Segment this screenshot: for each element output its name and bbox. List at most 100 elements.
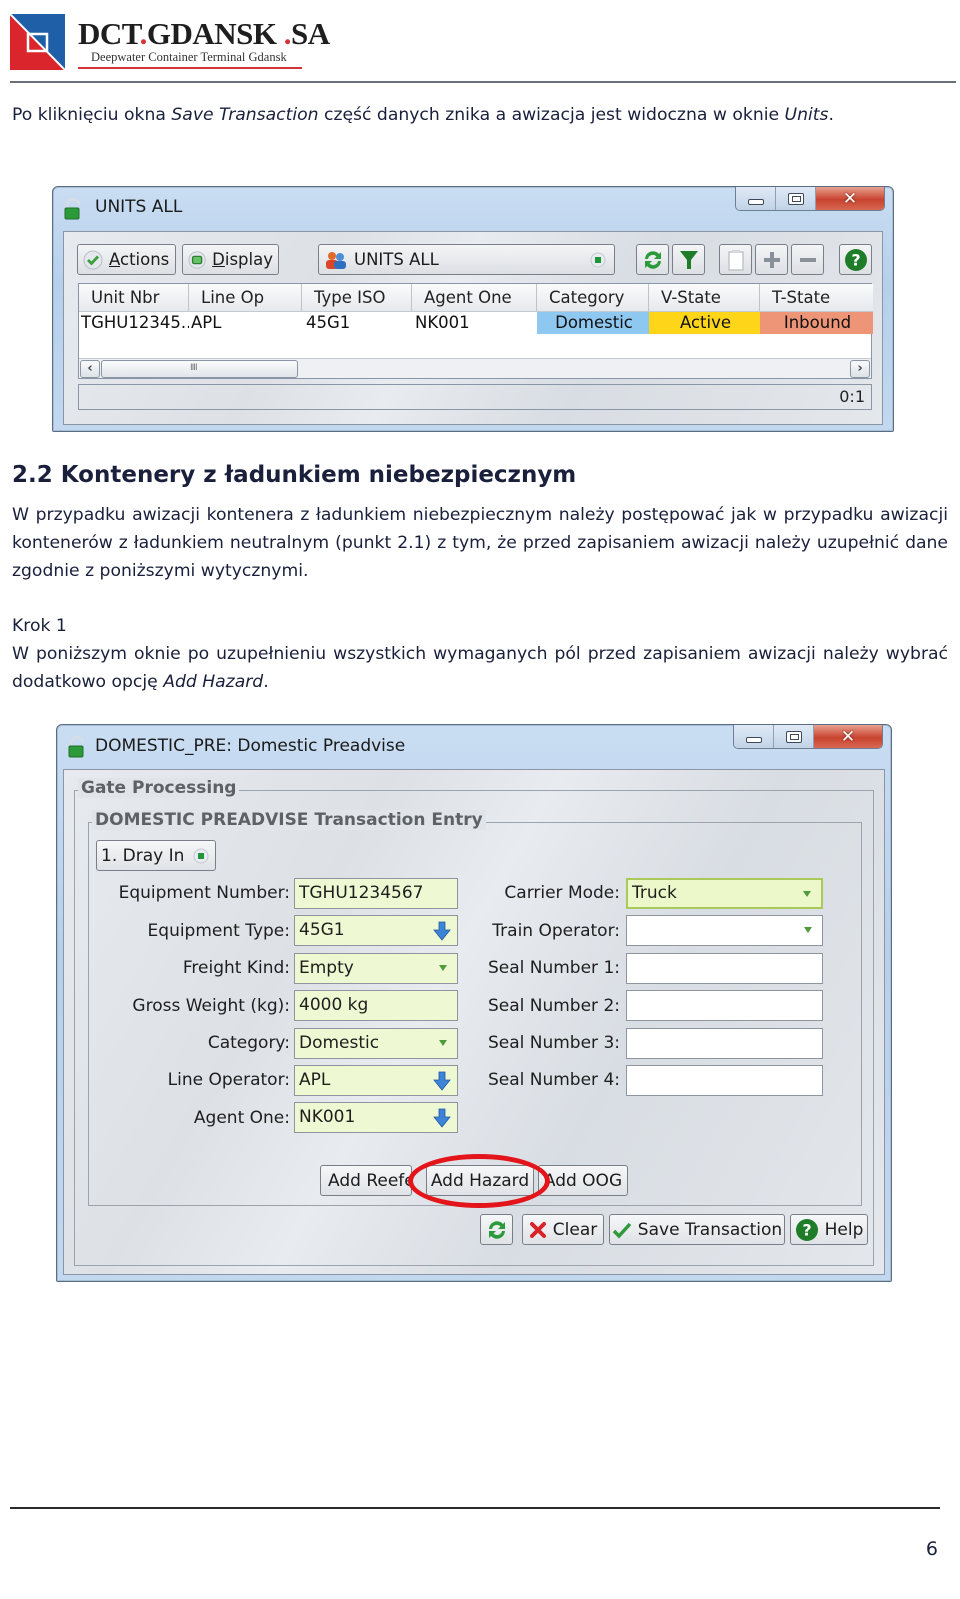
units-table: Unit Nbr Line Op Type ISO Agent One Cate… — [78, 283, 873, 379]
view-selector[interactable]: UNITS ALL — [318, 244, 615, 275]
maximize-button[interactable] — [776, 187, 816, 210]
add-reefer-button[interactable]: Add Reefe — [320, 1165, 412, 1196]
maximize-button[interactable] — [774, 725, 814, 748]
actions-button[interactable]: Actions — [77, 244, 176, 275]
cell-type-iso: 45G1 — [306, 313, 351, 332]
equipment-type-input[interactable]: 45G1 — [294, 915, 458, 946]
svg-text:?: ? — [851, 250, 860, 269]
column-header[interactable]: V-State — [649, 284, 760, 311]
display-button[interactable]: Display — [182, 244, 279, 275]
cell-line-op: APL — [191, 313, 222, 332]
column-header[interactable]: T-State — [760, 284, 873, 311]
cell-t-state: Inbound — [760, 312, 873, 334]
domestic-preadvise-window: DOMESTIC_PRE: Domestic Preadvise ✕ Gate … — [56, 724, 892, 1282]
window-controls: ✕ — [735, 187, 885, 211]
seal-number-1-input[interactable] — [626, 953, 823, 984]
cell-v-state: Active — [649, 312, 760, 334]
minus-icon — [799, 257, 816, 262]
help-icon: ? — [844, 248, 867, 271]
dropdown-arrow-icon — [439, 965, 447, 971]
filter-button[interactable] — [672, 244, 705, 275]
lookup-arrow-icon[interactable] — [433, 1071, 451, 1091]
train-operator-dropdown[interactable] — [626, 915, 823, 946]
clear-label: Clear — [552, 1219, 598, 1240]
svg-text:?: ? — [802, 1220, 811, 1239]
help-icon: ? — [795, 1218, 818, 1241]
lookup-arrow-icon[interactable] — [433, 1108, 451, 1128]
seal-number-4-input[interactable] — [626, 1065, 823, 1096]
seal-number-4-label: Seal Number 4: — [487, 1070, 620, 1090]
column-header[interactable]: Unit Nbr — [79, 284, 189, 311]
close-button[interactable]: ✕ — [814, 725, 882, 748]
close-button[interactable]: ✕ — [816, 187, 884, 210]
help-label: Help — [824, 1219, 864, 1240]
window-title: UNITS ALL — [95, 197, 183, 217]
lock-icon — [68, 736, 85, 758]
column-header[interactable]: Line Op — [189, 284, 302, 311]
seal-number-2-label: Seal Number 2: — [487, 996, 620, 1016]
seal-number-3-input[interactable] — [626, 1028, 823, 1059]
copy-button[interactable] — [719, 244, 752, 275]
remove-button[interactable] — [791, 244, 824, 275]
units-window-client: Actions Display UNITS ALL ? Unit Nbr Lin… — [63, 231, 883, 425]
gross-weight-input[interactable]: 4000 kg — [294, 990, 458, 1021]
actions-label: Actions — [109, 250, 170, 269]
dropdown-arrow-icon — [439, 1040, 447, 1046]
save-transaction-button[interactable]: Save Transaction — [609, 1214, 785, 1245]
lock-icon — [64, 198, 81, 220]
refresh-icon — [488, 1220, 505, 1239]
dropdown-arrow-icon — [803, 891, 811, 897]
horizontal-scrollbar[interactable]: ‹ IIII › — [79, 358, 871, 378]
view-selector-label: UNITS ALL — [354, 250, 439, 269]
column-header[interactable]: Agent One — [412, 284, 537, 311]
users-icon — [326, 251, 346, 269]
help-button[interactable]: ? Help — [790, 1214, 868, 1245]
help-button[interactable]: ? — [839, 244, 872, 275]
scroll-left-button[interactable]: ‹ — [80, 360, 100, 378]
agent-one-value: NK001 — [299, 1107, 356, 1127]
agent-one-label: Agent One: — [193, 1108, 290, 1128]
status-bar: 0:1 — [78, 384, 872, 410]
gross-weight-value: 4000 kg — [299, 995, 369, 1015]
refresh-button[interactable] — [480, 1214, 513, 1245]
table-row[interactable]: TGHU12345... APL 45G1 NK001 Domestic Act… — [79, 312, 873, 334]
add-hazard-button[interactable]: Add Hazard — [426, 1165, 534, 1196]
add-oog-button[interactable]: Add OOG — [538, 1165, 628, 1196]
minimize-button[interactable] — [736, 187, 776, 210]
grip-icon: IIII — [190, 363, 198, 373]
document-icon — [727, 249, 744, 271]
units-all-window: UNITS ALL ✕ Actions Display UNITS ALL ? … — [52, 186, 894, 432]
equipment-number-input[interactable]: TGHU1234567 — [294, 878, 458, 909]
agent-one-input[interactable]: NK001 — [294, 1102, 458, 1133]
clear-button[interactable]: Clear — [522, 1214, 604, 1245]
equipment-type-label: Equipment Type: — [147, 921, 290, 941]
brand-name: DCT.GDANSK .SA — [78, 16, 330, 51]
seal-number-3-label: Seal Number 3: — [487, 1033, 620, 1053]
freight-kind-dropdown[interactable]: Empty — [294, 953, 458, 984]
checkmark-icon — [612, 1222, 632, 1239]
line-operator-input[interactable]: APL — [294, 1065, 458, 1096]
brand-underline — [78, 67, 302, 69]
carrier-mode-dropdown[interactable]: Truck — [626, 878, 823, 909]
refresh-button[interactable] — [636, 244, 669, 275]
scroll-right-button[interactable]: › — [850, 360, 870, 378]
step-paragraph: W poniższym oknie po uzupełnieniu wszyst… — [12, 644, 948, 692]
minimize-button[interactable] — [734, 725, 774, 748]
transaction-entry-legend: DOMESTIC PREADVISE Transaction Entry — [92, 810, 486, 830]
seal-number-2-input[interactable] — [626, 990, 823, 1021]
record-count: 0:1 — [839, 387, 865, 406]
category-dropdown[interactable]: Domestic — [294, 1028, 458, 1059]
lookup-arrow-icon[interactable] — [433, 921, 451, 941]
maximize-icon — [785, 730, 802, 743]
column-header[interactable]: Type ISO — [302, 284, 412, 311]
preadvise-client: Gate Processing DOMESTIC PREADVISE Trans… — [63, 769, 885, 1275]
display-label: Display — [212, 250, 273, 269]
intro-paragraph: Po kliknięciu okna Save Transaction częś… — [12, 105, 834, 125]
mode-selector[interactable]: 1. Dray In — [96, 840, 216, 871]
add-button[interactable] — [755, 244, 788, 275]
train-operator-label: Train Operator: — [492, 921, 620, 941]
column-header[interactable]: Category — [537, 284, 649, 311]
scroll-thumb[interactable]: IIII — [101, 360, 298, 378]
equipment-number-value: TGHU1234567 — [299, 883, 424, 903]
plus-icon — [763, 251, 780, 268]
